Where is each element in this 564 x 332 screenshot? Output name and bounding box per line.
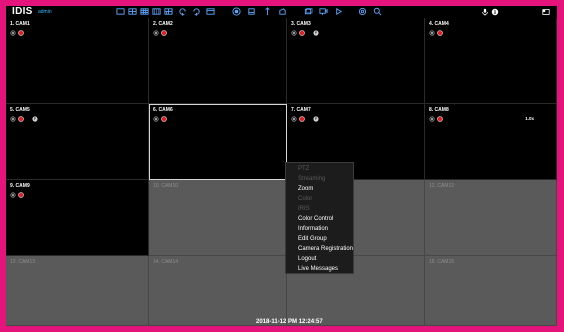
camera-label: 10. CAM10 (153, 183, 179, 189)
alarm-status-icon (437, 116, 443, 122)
app-logo: IDIS (12, 6, 33, 17)
menu-item-camera-registration[interactable]: Camera Registration (286, 244, 353, 254)
camera-status-bar (153, 29, 169, 37)
layout-1x1-icon[interactable] (116, 7, 125, 16)
camera-label: 5. CAM5 (10, 107, 30, 113)
layout-2x2-icon[interactable] (128, 7, 137, 16)
camera-tile[interactable]: 12. CAM12 (425, 180, 557, 256)
record-status-icon (10, 30, 16, 36)
camera-tile[interactable]: 6. CAM6 (149, 104, 287, 180)
menu-item-iris: IRIS (298, 206, 310, 212)
camera-label: 6. CAM6 (153, 107, 173, 113)
camera-label: 14. CAM14 (153, 259, 179, 265)
record-status-icon (429, 30, 435, 36)
ptz-badge-icon: P (313, 116, 319, 122)
play-icon[interactable] (334, 7, 343, 16)
camera-label: 3. CAM3 (291, 21, 311, 27)
toolbar: IDIS admin (6, 6, 557, 18)
camera-tile[interactable]: 2. CAM2 (149, 18, 287, 104)
camera-grid: 1. CAM1 2. CAM2 3. CAM3 P 4. CAM4 5. CAM5 P 6. … (6, 18, 557, 326)
record-status-icon (429, 116, 435, 122)
camera-setup-icon[interactable] (358, 7, 367, 16)
alarm-status-icon (18, 116, 24, 122)
sequence-icon[interactable] (278, 7, 287, 16)
menu-item-edit-group[interactable]: Edit Group (286, 234, 353, 244)
menu-item-zoom[interactable]: Zoom (286, 184, 353, 194)
record-status-icon (10, 116, 16, 122)
camera-status-bar: P (291, 29, 321, 37)
camera-tile[interactable]: 9. CAM9 (6, 180, 149, 256)
camera-label: 1. CAM1 (10, 21, 30, 27)
alarm-out-icon[interactable] (247, 7, 256, 16)
alarm-status-icon (161, 30, 167, 36)
playback-speed: 1.0x (525, 116, 534, 121)
camera-tile[interactable]: 13. CAM13 (6, 256, 149, 326)
camera-label: 13. CAM13 (10, 259, 36, 265)
camera-status-bar (153, 115, 169, 123)
context-menu: PTZ Streaming Zoom Color IRIS Color Control In… (285, 162, 354, 274)
menu-item-color-control[interactable]: Color Control (286, 214, 353, 224)
group-icon[interactable] (304, 7, 313, 16)
camera-label: 12. CAM12 (429, 183, 455, 189)
camera-tile[interactable]: 3. CAM3 P (287, 18, 425, 104)
alarm-status-icon (18, 30, 24, 36)
camera-status-bar (10, 191, 26, 199)
camera-label: 8. CAM8 (429, 107, 449, 113)
user-name[interactable]: admin (38, 6, 52, 18)
menu-item-logout[interactable]: Logout (286, 254, 353, 264)
camera-label: 2. CAM2 (153, 21, 173, 27)
camera-tile[interactable]: 4. CAM4 (425, 18, 557, 104)
camera-tile[interactable]: 8. CAM8 1.0x (425, 104, 557, 180)
menu-item-information[interactable]: Information (286, 224, 353, 234)
record-status-icon (10, 192, 16, 198)
menu-item-color: Color (298, 196, 313, 202)
camera-label: 4. CAM4 (429, 21, 449, 27)
previous-group-icon[interactable] (178, 7, 187, 16)
camera-tile[interactable]: 16. CAM16 (425, 256, 557, 326)
ptz-badge-icon: P (32, 116, 38, 122)
alarm-status-icon (299, 30, 305, 36)
alarm-status-icon (299, 116, 305, 122)
camera-status-bar (10, 29, 26, 37)
ptz-icon[interactable] (319, 7, 328, 16)
menu-item-live-messages[interactable]: Live Messages (286, 264, 353, 274)
zoom-search-icon[interactable] (373, 7, 382, 16)
camera-status-bar: P (291, 115, 321, 123)
ptz-badge-icon: P (313, 30, 319, 36)
alarm-status-icon (161, 116, 167, 122)
camera-tile[interactable]: 14. CAM14 (149, 256, 287, 326)
audio-icon[interactable] (263, 7, 272, 16)
camera-tile[interactable]: 10. CAM10 (149, 180, 287, 256)
system-icon[interactable] (542, 7, 550, 16)
mic-icon[interactable] (481, 7, 489, 16)
record-icon[interactable] (232, 7, 241, 16)
fullscreen-icon[interactable] (206, 7, 215, 16)
menu-item-ptz: PTZ (298, 166, 310, 172)
layout-custom-icon[interactable] (164, 7, 173, 16)
camera-tile[interactable]: 1. CAM1 (6, 18, 149, 104)
record-status-icon (153, 116, 159, 122)
layout-3x3-icon[interactable] (140, 7, 149, 16)
camera-status-bar: P (10, 115, 40, 123)
app-window: IDIS admin 1. CAM1 2. CAM2 3. CAM3 P 4. … (6, 6, 557, 326)
alarm-status-icon (18, 192, 24, 198)
alarm-status-icon (437, 30, 443, 36)
info-icon[interactable] (491, 7, 499, 16)
layout-4x4-icon[interactable] (152, 7, 161, 16)
record-status-icon (153, 30, 159, 36)
camera-tile[interactable]: 5. CAM5 P (6, 104, 149, 180)
camera-status-bar (429, 115, 445, 123)
timestamp: 2018-11-12 PM 12:24:57 (256, 319, 323, 325)
next-group-icon[interactable] (192, 7, 201, 16)
record-status-icon (291, 30, 297, 36)
camera-status-bar (429, 29, 445, 37)
camera-label: 7. CAM7 (291, 107, 311, 113)
record-status-icon (291, 116, 297, 122)
menu-item-streaming: Streaming (298, 176, 326, 182)
camera-label: 16. CAM16 (429, 259, 455, 265)
camera-label: 9. CAM9 (10, 183, 30, 189)
